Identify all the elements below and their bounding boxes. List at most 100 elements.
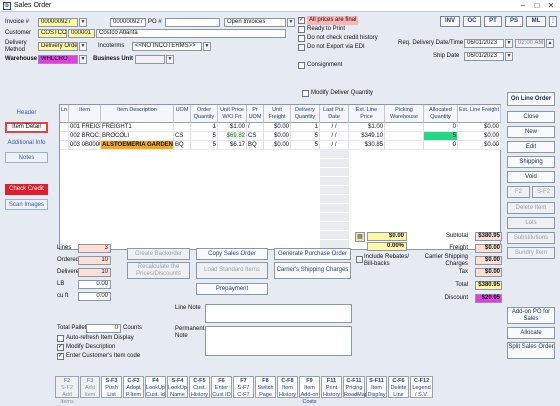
no-edi-export-checkbox[interactable] bbox=[298, 44, 305, 51]
tab-header[interactable]: Header bbox=[5, 108, 48, 119]
new-button[interactable]: New bbox=[507, 126, 555, 138]
modify-deliver-qty-checkbox[interactable] bbox=[302, 90, 309, 97]
po-prefix-field[interactable]: 000000927 bbox=[110, 18, 146, 27]
edit-button[interactable]: Edit bbox=[507, 141, 555, 153]
cell-description[interactable]: ALSTOEMERIA GARDEN bbox=[101, 141, 174, 150]
allocate-button[interactable]: Allocate bbox=[507, 327, 555, 339]
fkey-c-f12-legend[interactable]: C-F12 Legend / S.V. bbox=[410, 376, 433, 398]
cell-last-date[interactable]: / / bbox=[320, 141, 349, 150]
cell-allocated[interactable]: 0 bbox=[424, 123, 458, 132]
tab-item-detail[interactable]: Item Detail bbox=[5, 122, 48, 133]
cell-ext-price[interactable]: $1.00 bbox=[349, 123, 385, 132]
cell-price[interactable]: $1.00 bbox=[218, 123, 247, 132]
s-f2-button[interactable]: S-F2 bbox=[532, 186, 555, 198]
fkey-c-f5-cust-history[interactable]: C-F5 Cust. History bbox=[189, 376, 210, 398]
fkey-c-f8-item-history[interactable]: C-F8 Item History bbox=[277, 376, 298, 398]
substitutions-button[interactable]: Substitutions bbox=[507, 232, 555, 244]
ship-date-field[interactable]: 06/01/2023 bbox=[464, 52, 504, 61]
permanent-note-field[interactable] bbox=[205, 326, 352, 356]
cell-price[interactable]: $69.82 bbox=[218, 132, 247, 141]
sundry-item-button[interactable]: Sundry Item bbox=[507, 247, 555, 259]
cell-uom[interactable] bbox=[174, 123, 191, 132]
customer-name-field[interactable]: Costco Atlanta bbox=[96, 29, 286, 38]
fkey-f7[interactable]: F7 S-F7 C-F7 bbox=[233, 376, 254, 398]
minimize-button[interactable]: – bbox=[518, 0, 528, 12]
cell-allocated[interactable]: 0 bbox=[424, 141, 458, 150]
invoice-field[interactable]: 000000927 bbox=[38, 18, 78, 27]
warehouse-dropdown-icon[interactable]: ▼ bbox=[79, 55, 87, 64]
delete-item-button[interactable]: Delete Item bbox=[507, 202, 555, 214]
oc-button[interactable]: OC bbox=[463, 16, 481, 27]
cell-item[interactable]: 002 BROC1 bbox=[69, 132, 101, 141]
split-sales-order-button[interactable]: Split Sales Order bbox=[507, 342, 555, 359]
cell-ext-freight[interactable]: $0.00 bbox=[458, 141, 501, 150]
req-time-field[interactable]: 02:00 AM bbox=[515, 39, 545, 48]
ready-to-print-checkbox[interactable] bbox=[298, 26, 305, 33]
cell-ext-price[interactable]: $349.10 bbox=[349, 132, 385, 141]
req-date-dropdown-icon[interactable]: ▼ bbox=[505, 39, 513, 48]
close-window-button[interactable]: ✕ bbox=[546, 0, 556, 12]
req-date-field[interactable]: 06/01/2023 bbox=[464, 39, 504, 48]
cell-pruom[interactable]: BQ bbox=[247, 141, 264, 150]
void-button[interactable]: Void bbox=[507, 171, 555, 183]
cell-picking[interactable] bbox=[385, 132, 424, 141]
cell-picking[interactable] bbox=[385, 141, 424, 150]
all-prices-final-checkbox[interactable]: ✓ bbox=[298, 17, 305, 24]
cell-picking[interactable] bbox=[385, 123, 424, 132]
fkey-s-f4-lookup-name[interactable]: S-F4 LookUp Name bbox=[167, 376, 188, 398]
fkey-f8-switch-page[interactable]: F8 Switch Page bbox=[255, 376, 276, 398]
cell-item[interactable]: 001 FREIGHT1 bbox=[69, 123, 101, 132]
total-pallet-field[interactable]: 0 bbox=[86, 324, 121, 333]
on-line-order-button[interactable]: On Line Order bbox=[507, 92, 555, 106]
cell-freight[interactable]: $0.00 bbox=[264, 123, 291, 132]
pt-button[interactable]: PT bbox=[484, 16, 502, 27]
cell-ext-freight[interactable]: $0.00 bbox=[458, 132, 501, 141]
cell-qty[interactable]: 5 bbox=[191, 141, 218, 150]
customer-code-field[interactable]: COSTCO bbox=[38, 29, 67, 38]
customer-number-field[interactable]: 000001 bbox=[68, 29, 95, 38]
fkey-f11-print-history[interactable]: F11 Print History bbox=[321, 376, 342, 398]
carrier-shipping-charges-button[interactable]: Carrier's Shipping Charges bbox=[274, 262, 351, 279]
fkey-f4-lookup-id[interactable]: F4 LookUp Cust. Id bbox=[145, 376, 166, 398]
req-time-spin-icon[interactable]: ▲ bbox=[546, 39, 554, 48]
invoice-dropdown-icon[interactable]: ▼ bbox=[79, 18, 87, 27]
no-credit-check-checkbox[interactable] bbox=[298, 35, 305, 42]
cell-last-date[interactable]: / / bbox=[320, 123, 349, 132]
warehouse-select[interactable]: WHLCRO bbox=[38, 55, 78, 64]
cell-delivery-qty[interactable]: 5 bbox=[291, 141, 320, 150]
cell-uom[interactable]: CS bbox=[174, 132, 191, 141]
fkey-s-f11-item-display[interactable]: S-F11 Item Display bbox=[366, 376, 387, 398]
fkey-s-f3-push-list[interactable]: S-F3 Push List bbox=[101, 376, 122, 398]
cell-allocated[interactable]: 5 bbox=[424, 132, 458, 141]
cell-qty[interactable]: 1 bbox=[191, 123, 218, 132]
cell-pruom[interactable]: CS bbox=[247, 132, 264, 141]
check-credit-button[interactable]: Check Credit bbox=[5, 184, 48, 195]
generate-po-button[interactable]: Generate Purchase Order bbox=[274, 248, 351, 260]
f2-button[interactable]: F2 bbox=[507, 186, 530, 198]
recalculate-prices-button[interactable]: Recalculate the Prices/Discounts bbox=[127, 262, 190, 279]
fkey-f2-add-items[interactable]: F2 S-F2 Add Items bbox=[55, 376, 79, 405]
scan-images-button[interactable]: Scan Images bbox=[5, 199, 48, 210]
cell-last-date[interactable]: / / bbox=[320, 132, 349, 141]
cell-uom[interactable]: BQ bbox=[174, 141, 191, 150]
fkey-c-f3-adopt[interactable]: C-F3 Adopt P.Item bbox=[123, 376, 144, 398]
maximize-button[interactable]: □ bbox=[532, 0, 542, 12]
fkey-c-f11-pricing-roadmap[interactable]: C-F11 Pricing RoadMap bbox=[343, 376, 368, 398]
fkey-f9-addon-costs[interactable]: F9 Item Add-on Costs bbox=[299, 376, 320, 405]
status-select[interactable]: Open Invoices bbox=[224, 18, 286, 27]
cell-description[interactable]: FREIGHT1 bbox=[101, 123, 174, 132]
enter-customer-item-code-checkbox[interactable]: ✓ bbox=[57, 353, 64, 360]
add-on-po-button[interactable]: Add-on PO for Sales bbox=[507, 307, 555, 324]
auto-refresh-checkbox[interactable] bbox=[57, 335, 64, 342]
cell-freight[interactable]: $0.00 bbox=[264, 132, 291, 141]
more-buttons-icon[interactable]: ⋮ bbox=[549, 16, 557, 27]
cell-delivery-qty[interactable]: 1 bbox=[291, 123, 320, 132]
business-unit-select[interactable] bbox=[135, 55, 165, 64]
cell-price[interactable]: $6.17 bbox=[218, 141, 247, 150]
cell-delivery-qty[interactable]: 5 bbox=[291, 132, 320, 141]
business-unit-dropdown-icon[interactable]: ▼ bbox=[166, 55, 174, 64]
tab-additional-info[interactable]: Additional Info bbox=[5, 138, 48, 149]
close-button[interactable]: Close bbox=[507, 111, 555, 123]
cell-description[interactable]: BROCOLI bbox=[101, 132, 174, 141]
consignment-checkbox[interactable] bbox=[298, 62, 305, 69]
